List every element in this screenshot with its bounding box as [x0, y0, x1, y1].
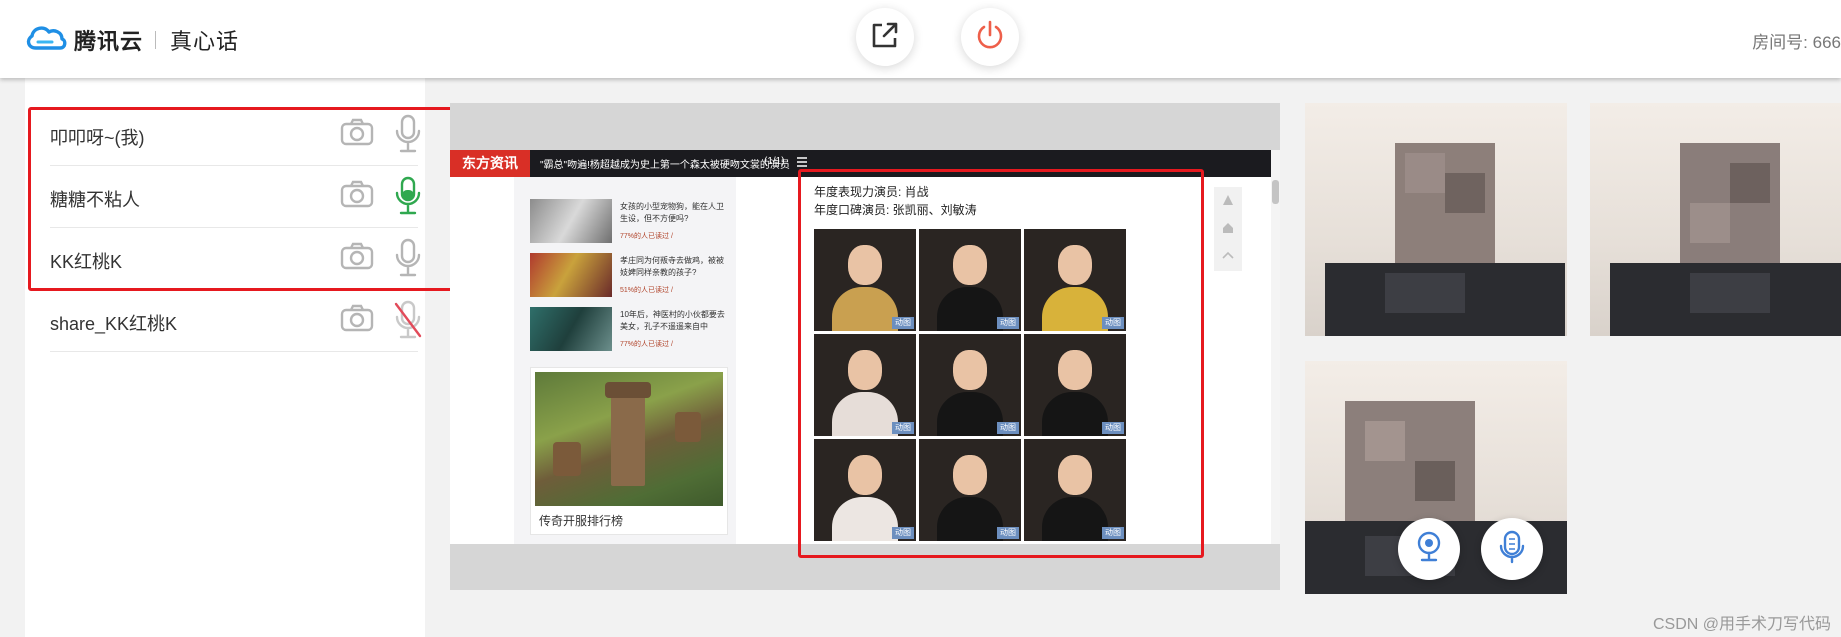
feed-thumbnail — [530, 199, 612, 243]
member-name: share_KK红桃K — [50, 314, 178, 334]
feed-meta: 77%的人已读过 / — [620, 341, 673, 348]
member-row[interactable]: share_KK红桃K — [50, 290, 422, 352]
news-brand: 东方资讯 — [450, 150, 530, 177]
highlight-box — [798, 169, 1204, 558]
video-tile[interactable] — [1305, 103, 1567, 336]
news-feed: 女孩的小型宠物狗，能在人卫生设，但不方便吗? 77%的人已读过 / 孝庄同为何叛… — [514, 177, 736, 544]
feed-item[interactable]: 孝庄同为何叛寺去做鸡，被被妓婢同样亲教的孩子? 51%的人已读过 / — [530, 253, 730, 299]
mic-icon — [1498, 530, 1526, 569]
webcam-button[interactable] — [1398, 518, 1460, 580]
app-name: 真心话 — [170, 28, 240, 54]
logo-divider — [155, 30, 157, 49]
news-headline: "霸总"吻遍!杨超越成为史上第一个森太被硬吻文裳的演员 — [540, 160, 790, 171]
share-screen-icon — [870, 20, 900, 55]
feed-thumbnail — [530, 253, 612, 297]
brand-logo: 腾讯云 真心话 — [24, 22, 239, 57]
side-toolbar — [1214, 187, 1242, 271]
top-bar: 腾讯云 真心话 房间号: 666 — [0, 0, 1841, 78]
webcam-icon — [1414, 530, 1444, 569]
news-page-indicator: (1/1) — [764, 156, 785, 167]
power-icon — [974, 19, 1006, 56]
shared-screen-scrollbar[interactable] — [1271, 150, 1280, 544]
brand-name: 腾讯云 — [74, 28, 144, 54]
mic-muted-icon[interactable] — [394, 300, 422, 345]
tencent-cloud-icon — [24, 22, 68, 57]
feed-thumbnail — [530, 307, 612, 351]
exit-room-button[interactable] — [961, 8, 1019, 66]
feed-item[interactable]: 10年后，神医村的小伙都要去美女，孔子不遥遥来自中 77%的人已读过 / — [530, 307, 730, 353]
game-promo-caption: 传奇开服排行榜 — [539, 514, 624, 528]
warning-icon[interactable] — [1222, 193, 1234, 211]
game-promo[interactable]: 传奇开服排行榜 — [530, 367, 728, 535]
feed-title: 10年后，神医村的小伙都要去美女，孔子不遥遥来自中 — [620, 310, 725, 331]
feed-meta: 77%的人已读过 / — [620, 233, 673, 240]
camera-icon[interactable] — [340, 304, 374, 337]
feed-title: 女孩的小型宠物狗，能在人卫生设，但不方便吗? — [620, 202, 724, 223]
room-number: 房间号: 666 — [1752, 33, 1841, 52]
feed-title: 孝庄同为何叛寺去做鸡，被被妓婢同样亲教的孩子? — [620, 256, 724, 277]
video-tile[interactable] — [1590, 103, 1841, 336]
feed-item[interactable]: 女孩的小型宠物狗，能在人卫生设，但不方便吗? 77%的人已读过 / — [530, 199, 730, 245]
game-promo-image — [535, 372, 723, 506]
back-to-top-icon[interactable] — [1222, 249, 1234, 267]
share-screen-button[interactable] — [856, 8, 914, 66]
csdn-watermark: CSDN @用手术刀写代码 — [1652, 616, 1831, 633]
mic-button[interactable] — [1481, 518, 1543, 580]
highlight-box — [28, 107, 455, 291]
feed-meta: 51%的人已读过 / — [620, 287, 673, 294]
home-icon[interactable] — [1222, 221, 1234, 239]
